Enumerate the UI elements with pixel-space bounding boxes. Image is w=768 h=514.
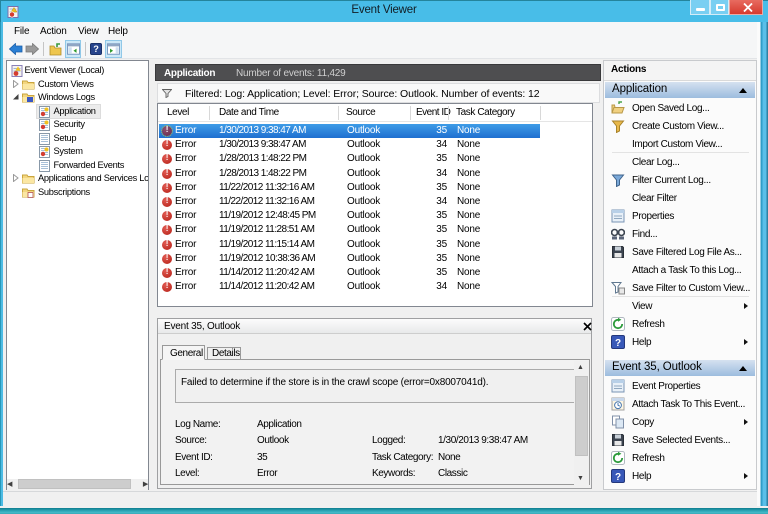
svg-text:?: ? [615,338,621,349]
svg-text:?: ? [93,44,99,54]
svg-text:?: ? [615,472,621,483]
